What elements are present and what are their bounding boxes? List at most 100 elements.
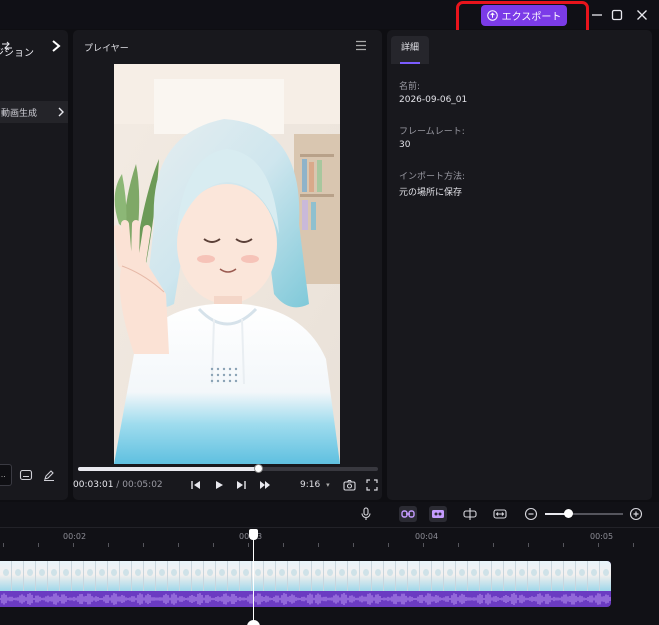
field-value-framerate: 30 xyxy=(399,140,411,150)
video-track[interactable] xyxy=(0,561,611,607)
clip-thumbnail xyxy=(288,561,300,591)
fit-width-icon[interactable] xyxy=(493,507,507,521)
previous-frame-icon[interactable] xyxy=(190,480,202,490)
ruler-tick xyxy=(388,543,389,547)
left-panel: ジション ら動画生成 ... xyxy=(0,30,68,500)
tab-details-label: 詳細 xyxy=(400,43,419,53)
generate-video-item[interactable]: ら動画生成 xyxy=(0,101,68,123)
ruler-tick xyxy=(178,543,179,547)
more-button[interactable]: ... xyxy=(0,464,12,486)
player-title: プレイヤー xyxy=(84,44,129,54)
playhead-handle[interactable] xyxy=(249,529,258,540)
field-label-import-method: インポート方法: xyxy=(399,172,466,182)
close-button[interactable] xyxy=(633,6,651,24)
clip-thumbnail xyxy=(504,561,516,591)
ruler-tick xyxy=(633,543,634,547)
chevron-right-icon[interactable] xyxy=(50,39,62,53)
ruler-tick xyxy=(283,543,284,547)
transition-tab[interactable]: ジション xyxy=(0,48,34,60)
camera-icon[interactable] xyxy=(343,479,356,491)
clip-thumbnail xyxy=(420,561,432,591)
clip-thumbnail xyxy=(192,561,204,591)
timeline-toolbar xyxy=(0,502,659,526)
clip-thumbnail xyxy=(60,561,72,591)
minimize-button[interactable] xyxy=(588,6,606,24)
ruler-tick xyxy=(108,543,109,547)
ruler-tick xyxy=(458,543,459,547)
next-frame-icon[interactable] xyxy=(235,480,247,490)
clip-thumbnails xyxy=(0,561,611,591)
chevron-right-icon xyxy=(58,107,64,117)
subtitle-icon[interactable] xyxy=(19,468,33,482)
clip-thumbnail xyxy=(48,561,60,591)
title-bar: エクスポート xyxy=(0,0,659,37)
clip-thumbnail xyxy=(480,561,492,591)
maximize-button[interactable] xyxy=(608,6,626,24)
zoom-slider[interactable] xyxy=(545,509,623,518)
clip-thumbnail xyxy=(144,561,156,591)
field-label-framerate: フレームレート: xyxy=(399,127,465,137)
zoom-out-icon[interactable] xyxy=(524,507,538,521)
progress-thumb[interactable] xyxy=(254,464,263,473)
ruler-tick xyxy=(493,543,494,547)
clip-preview-icon[interactable] xyxy=(429,506,447,522)
ruler-tick xyxy=(143,543,144,547)
video-preview[interactable] xyxy=(114,64,340,464)
microphone-icon[interactable] xyxy=(359,507,373,521)
clip-thumbnail xyxy=(156,561,168,591)
clip-thumbnail xyxy=(12,561,24,591)
clip-thumbnail xyxy=(132,561,144,591)
clip-thumbnail xyxy=(372,561,384,591)
clip-thumbnail xyxy=(348,561,360,591)
playback-progress[interactable] xyxy=(78,464,378,473)
clip-thumbnail xyxy=(240,561,252,591)
zoom-thumb[interactable] xyxy=(564,509,574,518)
clip-thumbnail xyxy=(336,561,348,591)
clip-thumbnail xyxy=(84,561,96,591)
video-frame xyxy=(114,64,340,464)
clip-thumbnail xyxy=(600,561,611,591)
tab-details[interactable]: 詳細 xyxy=(391,36,429,64)
generate-video-label: ら動画生成 xyxy=(0,108,38,119)
field-value-import-method: 元の場所に保存 xyxy=(399,188,463,198)
maximize-icon xyxy=(611,9,623,21)
time-display: 00:03:01 / 00:05:02 xyxy=(73,480,163,490)
playhead-line[interactable] xyxy=(253,529,254,625)
play-icon[interactable] xyxy=(213,480,225,490)
ruler-tick xyxy=(248,543,249,547)
ruler-label: 00:05 xyxy=(590,532,614,541)
clip-thumbnail xyxy=(312,561,324,591)
clip-thumbnail xyxy=(300,561,312,591)
detail-panel: 詳細 名前: 2026-09-06_01 フレームレート: 30 インポート方法… xyxy=(387,30,652,500)
close-icon xyxy=(637,10,647,20)
clip-thumbnail xyxy=(540,561,552,591)
clip-thumbnail xyxy=(468,561,480,591)
timeline-ruler[interactable]: 00:0200:0300:0400:05 xyxy=(0,527,659,547)
clip-thumbnail xyxy=(444,561,456,591)
zoom-in-icon[interactable] xyxy=(629,507,643,521)
aspect-ratio-select[interactable]: 9:16 ▾ xyxy=(300,480,330,490)
clip-thumbnail xyxy=(528,561,540,591)
progress-fill xyxy=(78,467,258,471)
playhead-bottom-handle[interactable] xyxy=(247,620,260,625)
caret-down-icon: ▾ xyxy=(326,481,330,489)
ruler-label: 00:02 xyxy=(63,532,87,541)
menu-icon[interactable] xyxy=(355,40,367,51)
split-icon[interactable] xyxy=(463,507,477,521)
fullscreen-icon[interactable] xyxy=(366,479,378,491)
clip-thumbnail xyxy=(396,561,408,591)
total-duration: 00:05:02 xyxy=(122,480,163,490)
ruler-tick xyxy=(423,543,424,547)
clip-thumbnail xyxy=(216,561,228,591)
link-icon[interactable] xyxy=(399,506,417,522)
ruler-label: 00:04 xyxy=(415,532,439,541)
clip-thumbnail xyxy=(432,561,444,591)
ruler-tick xyxy=(598,543,599,547)
clip-thumbnail xyxy=(384,561,396,591)
current-time: 00:03:01 xyxy=(73,480,114,490)
fast-forward-icon[interactable] xyxy=(259,480,271,490)
time-separator: / xyxy=(116,480,120,490)
pen-icon[interactable] xyxy=(42,468,56,482)
minimize-icon xyxy=(592,14,602,16)
clip-thumbnail xyxy=(120,561,132,591)
